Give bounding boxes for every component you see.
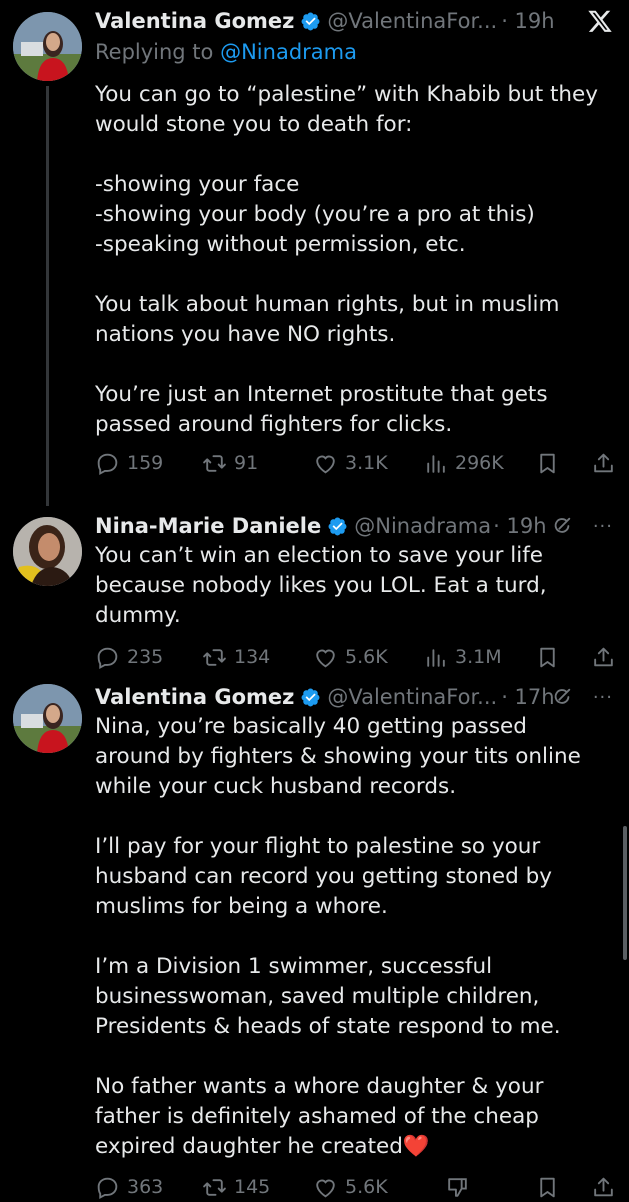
like-icon xyxy=(313,645,338,670)
timestamp[interactable]: · 17h xyxy=(501,685,554,709)
repost-icon xyxy=(202,645,227,670)
repost-icon xyxy=(202,1175,227,1200)
handle[interactable]: @ValentinaFor... xyxy=(327,685,497,709)
reply-icon xyxy=(95,1175,120,1200)
replying-to-label: Replying to xyxy=(95,40,214,64)
action-bar: 235 134 5.6K 3.1M xyxy=(95,642,619,672)
like-icon xyxy=(313,1175,338,1200)
action-bar: 363 145 5.6K xyxy=(95,1172,619,1202)
repost-button[interactable]: 91 xyxy=(202,451,258,476)
tweet-header: Valentina Gomez @ValentinaFor... · 17h xyxy=(95,680,559,714)
share-icon[interactable] xyxy=(591,645,616,670)
like-icon xyxy=(313,451,338,476)
view-count: 296K xyxy=(455,452,504,474)
repost-count: 91 xyxy=(234,452,259,474)
like-count: 3.1K xyxy=(345,452,388,474)
verified-badge-icon xyxy=(300,11,321,32)
handle[interactable]: @Ninadrama xyxy=(354,514,491,538)
share-icon[interactable] xyxy=(591,1175,616,1200)
views-icon xyxy=(423,645,448,670)
reply-button[interactable]: 363 xyxy=(95,1175,163,1200)
views-button[interactable]: 3.1M xyxy=(423,645,502,670)
header-right: ··· xyxy=(551,509,613,543)
scrollbar[interactable] xyxy=(623,826,627,960)
more-options-icon[interactable]: ··· xyxy=(593,687,613,708)
repost-icon xyxy=(202,451,227,476)
display-name[interactable]: Valentina Gomez xyxy=(95,685,294,709)
tweet-header: Nina-Marie Daniele @Ninadrama · 19h xyxy=(95,509,559,543)
repost-button[interactable]: 145 xyxy=(202,1175,270,1200)
tweet-3[interactable]: Valentina Gomez @ValentinaFor... · 17h ·… xyxy=(0,680,629,1200)
like-count: 5.6K xyxy=(345,1176,388,1198)
grok-icon[interactable] xyxy=(551,686,573,708)
action-bar: 159 91 3.1K 296K xyxy=(95,448,619,478)
repost-count: 145 xyxy=(234,1176,271,1198)
reply-button[interactable]: 159 xyxy=(95,451,163,476)
bookmark-icon[interactable] xyxy=(535,451,560,476)
reply-button[interactable]: 235 xyxy=(95,645,163,670)
bookmark-icon[interactable] xyxy=(535,1175,560,1200)
avatar[interactable] xyxy=(13,517,82,586)
like-button[interactable]: 5.6K xyxy=(313,645,388,670)
grok-icon[interactable] xyxy=(551,515,573,537)
reply-icon xyxy=(95,645,120,670)
repost-button[interactable]: 134 xyxy=(202,645,270,670)
tweet-1[interactable]: Valentina Gomez @ValentinaFor... · 19h R… xyxy=(0,0,629,506)
x-logo-icon[interactable] xyxy=(587,8,613,34)
views-button[interactable]: 296K xyxy=(423,451,504,476)
verified-badge-icon xyxy=(327,516,348,537)
replying-to: Replying to @Ninadrama xyxy=(95,40,357,64)
replying-to-link[interactable]: @Ninadrama xyxy=(220,40,357,64)
display-name[interactable]: Valentina Gomez xyxy=(95,9,294,33)
timestamp[interactable]: · 19h xyxy=(493,514,546,538)
tweet-header: Valentina Gomez @ValentinaFor... · 19h xyxy=(95,4,569,38)
views-icon xyxy=(423,451,448,476)
reply-icon xyxy=(95,451,120,476)
timestamp[interactable]: · 19h xyxy=(501,9,554,33)
view-count: 3.1M xyxy=(455,646,502,668)
more-options-icon[interactable]: ··· xyxy=(593,516,613,537)
handle[interactable]: @ValentinaFor... xyxy=(327,9,497,33)
tweet-2[interactable]: Nina-Marie Daniele @Ninadrama · 19h ··· … xyxy=(0,505,629,680)
like-button[interactable]: 3.1K xyxy=(313,451,388,476)
header-right: ··· xyxy=(551,680,613,714)
verified-badge-icon xyxy=(300,687,321,708)
header-right xyxy=(587,4,613,38)
like-button[interactable]: 5.6K xyxy=(313,1175,388,1200)
share-icon[interactable] xyxy=(591,451,616,476)
tweet-text: You can go to “palestine” with Khabib bu… xyxy=(95,82,598,437)
repost-count: 134 xyxy=(234,646,271,668)
avatar[interactable] xyxy=(13,684,82,753)
bookmark-icon[interactable] xyxy=(535,645,560,670)
like-count: 5.6K xyxy=(345,646,388,668)
reply-count: 159 xyxy=(127,452,164,474)
avatar[interactable] xyxy=(13,12,82,81)
display-name[interactable]: Nina-Marie Daniele xyxy=(95,514,321,538)
thread-line xyxy=(46,86,49,506)
reply-count: 363 xyxy=(127,1176,164,1198)
reply-count: 235 xyxy=(127,646,164,668)
downvote-icon[interactable] xyxy=(445,1175,470,1200)
tweet-text: Nina, you’re basically 40 getting passed… xyxy=(95,714,581,1159)
tweet-text: You can’t win an election to save your l… xyxy=(95,543,554,628)
